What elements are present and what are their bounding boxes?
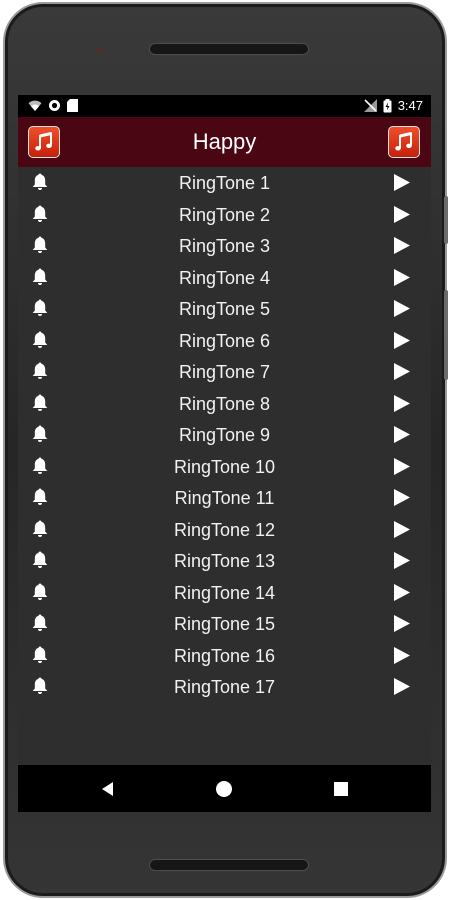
- power-button: [444, 196, 448, 244]
- app-title: Happy: [192, 129, 257, 154]
- status-time: 3:47: [397, 98, 423, 113]
- status-bar: 3:47: [18, 95, 431, 117]
- sd-card-icon: [67, 99, 78, 112]
- list-item[interactable]: RingTone 12: [18, 514, 431, 546]
- list-item[interactable]: RingTone 13: [18, 545, 431, 577]
- ringtone-label: RingTone 5: [178, 299, 271, 319]
- ringtone-list: RingTone 1 RingTone 2 RingTone 3 RingTon…: [18, 167, 431, 765]
- earpiece-speaker: [149, 43, 309, 55]
- ringtone-label: RingTone 6: [178, 330, 271, 351]
- play-icon[interactable]: [393, 205, 411, 224]
- play-icon[interactable]: [393, 520, 411, 539]
- ringtone-label: RingTone 16: [173, 645, 276, 666]
- list-item[interactable]: RingTone 1: [18, 167, 431, 199]
- list-item[interactable]: RingTone 2: [18, 199, 431, 231]
- play-icon[interactable]: [393, 646, 411, 665]
- list-item[interactable]: RingTone 6: [18, 325, 431, 357]
- play-icon[interactable]: [393, 362, 411, 381]
- play-icon[interactable]: [393, 614, 411, 633]
- list-item[interactable]: RingTone 11: [18, 482, 431, 514]
- ringtone-label: RingTone 17: [173, 677, 276, 697]
- battery-icon: [383, 98, 392, 112]
- list-item[interactable]: RingTone 15: [18, 608, 431, 640]
- ringtone-label: RingTone 2: [178, 204, 271, 225]
- ringtone-label: RingTone 7: [178, 362, 271, 382]
- ringtone-label: RingTone 3: [178, 236, 271, 256]
- back-icon[interactable]: [98, 779, 118, 799]
- list-item[interactable]: RingTone 5: [18, 293, 431, 325]
- wifi-icon: [28, 100, 42, 111]
- recents-icon[interactable]: [331, 779, 351, 799]
- home-icon[interactable]: [214, 779, 234, 799]
- play-icon[interactable]: [393, 331, 411, 350]
- list-item[interactable]: RingTone 10: [18, 451, 431, 483]
- ringtone-label: RingTone 8: [178, 393, 271, 414]
- volume-button: [444, 290, 448, 380]
- list-item[interactable]: RingTone 4: [18, 262, 431, 294]
- list-item[interactable]: RingTone 3: [18, 230, 431, 262]
- play-icon[interactable]: [393, 457, 411, 476]
- music-button-right[interactable]: [388, 126, 420, 158]
- navigation-bar: [18, 765, 431, 812]
- bottom-speaker: [149, 859, 309, 871]
- no-signal-icon: [363, 99, 377, 112]
- play-icon[interactable]: [393, 425, 411, 444]
- ringtone-label: RingTone 11: [174, 488, 275, 508]
- play-icon[interactable]: [393, 299, 411, 318]
- ringtone-label: RingTone 14: [173, 582, 276, 603]
- ringtone-label: RingTone 12: [173, 519, 276, 540]
- play-icon[interactable]: [393, 488, 411, 507]
- list-item[interactable]: RingTone 9: [18, 419, 431, 451]
- ringtone-label: RingTone 10: [173, 456, 276, 477]
- ringtone-label: RingTone 13: [173, 551, 276, 571]
- music-note-icon: [395, 132, 412, 151]
- list-item[interactable]: RingTone 7: [18, 356, 431, 388]
- play-icon[interactable]: [393, 394, 411, 413]
- ringtone-label: RingTone 9: [178, 425, 271, 445]
- play-icon[interactable]: [393, 268, 411, 287]
- screen: 3:47 Happy RingTone 1 RingTone 2 RingTon…: [18, 95, 431, 812]
- play-icon[interactable]: [393, 551, 411, 570]
- ringtone-label: RingTone 1: [178, 173, 271, 193]
- play-icon[interactable]: [393, 173, 411, 192]
- ringtone-label: RingTone 4: [178, 267, 271, 288]
- sync-icon: [49, 100, 60, 111]
- list-item[interactable]: RingTone 14: [18, 577, 431, 609]
- play-icon[interactable]: [393, 677, 411, 696]
- play-icon[interactable]: [393, 236, 411, 255]
- ringtone-label: RingTone 15: [173, 614, 276, 634]
- play-icon[interactable]: [393, 583, 411, 602]
- list-item[interactable]: RingTone 17: [18, 671, 431, 703]
- front-camera: [97, 47, 102, 52]
- list-item[interactable]: RingTone 16: [18, 640, 431, 672]
- app-bar: Happy: [18, 117, 431, 167]
- list-item[interactable]: RingTone 8: [18, 388, 431, 420]
